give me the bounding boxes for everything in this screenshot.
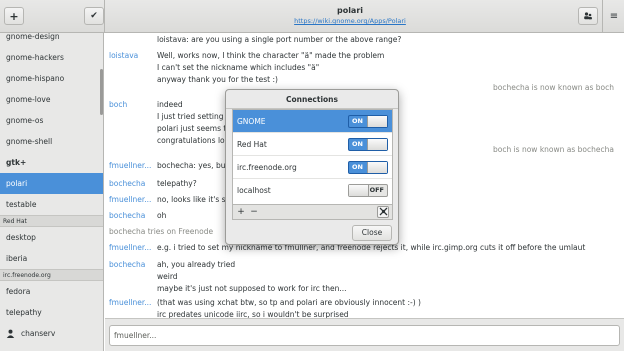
room-item-selected[interactable]: polari xyxy=(0,173,103,194)
entry-bar: fmuellner... xyxy=(105,318,624,351)
private-chat-item[interactable]: chanserv xyxy=(0,323,103,344)
status-notice: boch is now known as bochecha xyxy=(492,145,614,154)
connection-properties-button[interactable] xyxy=(377,206,389,218)
connection-toggle[interactable]: ON xyxy=(348,138,388,151)
toggle-state: ON xyxy=(352,117,363,125)
room-list-sidebar: gnome-design gnome-hackers gnome-hispano… xyxy=(0,33,104,351)
properties-icon xyxy=(379,207,387,216)
connection-row-gnome[interactable]: GNOME ON xyxy=(233,110,392,133)
message-text: ah, you already tried xyxy=(157,260,236,269)
header-separator xyxy=(104,0,105,33)
room-title: polari xyxy=(336,6,364,15)
connections-toolbar: + − xyxy=(232,204,393,220)
message-text: (that was using xchat btw, so tp and pol… xyxy=(157,298,421,307)
connection-toggle[interactable]: ON xyxy=(348,161,388,174)
header-bar: + ✔ polari https://wiki.gnome.org/Apps/P… xyxy=(0,0,624,33)
sidebar-scrollbar[interactable] xyxy=(100,69,103,115)
menu-icon: ≡ xyxy=(609,10,619,22)
person-icon xyxy=(6,329,15,338)
room-item-unread[interactable]: gtk+ xyxy=(0,152,103,173)
account-header-redhat: Red Hat xyxy=(0,215,103,227)
connections-list: GNOME ON Red Hat ON irc.freenode.org ON … xyxy=(232,109,393,205)
room-item[interactable]: gnome-shell xyxy=(0,131,103,152)
dialog-title: Connections xyxy=(286,95,338,104)
message-text: I can't set the nickname which includes … xyxy=(157,63,320,72)
connection-name: GNOME xyxy=(237,117,266,126)
message-text: maybe it's just not supposed to work for… xyxy=(157,284,347,293)
close-button[interactable]: Close xyxy=(352,225,392,241)
toggle-knob xyxy=(367,139,387,150)
connection-name: Red Hat xyxy=(237,140,267,149)
status-notice: bochecha tries on Freenode xyxy=(109,227,214,236)
room-topic-link[interactable]: https://wiki.gnome.org/Apps/Polari xyxy=(200,17,500,25)
message-nick[interactable]: fmuellner... xyxy=(109,194,151,206)
plus-icon: + xyxy=(9,9,19,23)
message-nick[interactable]: bochecha xyxy=(109,178,145,190)
toggle-state: ON xyxy=(352,140,363,148)
users-icon xyxy=(584,12,592,20)
header-separator-right xyxy=(602,0,603,33)
connection-name: localhost xyxy=(237,186,271,195)
check-icon: ✔ xyxy=(90,11,98,21)
private-chat-label: chanserv xyxy=(21,329,56,338)
add-connection-button[interactable]: + xyxy=(236,207,246,217)
room-item[interactable]: iberia xyxy=(0,248,103,269)
polari-window: + ✔ polari https://wiki.gnome.org/Apps/P… xyxy=(0,0,624,351)
room-item[interactable]: gnome-love xyxy=(0,89,103,110)
toggle-state: ON xyxy=(352,163,363,171)
room-item[interactable]: gnome-hackers xyxy=(0,47,103,68)
connection-name: irc.freenode.org xyxy=(237,163,297,172)
message-input[interactable]: fmuellner... xyxy=(109,325,620,346)
menu-button[interactable]: ≡ xyxy=(604,7,624,25)
message-nick[interactable]: bochecha xyxy=(109,259,145,271)
message-nick[interactable]: bochecha xyxy=(109,210,145,222)
connections-dialog: Connections GNOME ON Red Hat ON irc.free… xyxy=(225,89,399,245)
connection-row-freenode[interactable]: irc.freenode.org ON xyxy=(233,156,392,179)
status-notice: bochecha is now known as boch xyxy=(492,83,614,92)
user-list-button[interactable] xyxy=(578,7,598,25)
message-nick[interactable]: fmuellner... xyxy=(109,242,151,254)
toggle-knob xyxy=(349,185,369,196)
toggle-knob xyxy=(367,116,387,127)
message-nick[interactable]: loistava xyxy=(109,50,138,62)
message-text: Well, works now, I think the character "… xyxy=(157,51,385,60)
room-item[interactable]: telepathy xyxy=(0,302,103,323)
connection-row-redhat[interactable]: Red Hat ON xyxy=(233,133,392,156)
message-nick[interactable]: boch xyxy=(109,99,127,111)
room-item[interactable]: gnome-hispano xyxy=(0,68,103,89)
remove-connection-button[interactable]: − xyxy=(249,207,259,217)
message-text: weird xyxy=(157,272,178,281)
message-text: loistava: are you using a single port nu… xyxy=(157,35,402,44)
room-item[interactable]: gnome-design xyxy=(0,33,103,47)
room-item[interactable]: fedora xyxy=(0,281,103,302)
add-room-button[interactable]: + xyxy=(4,7,24,25)
toggle-state: OFF xyxy=(369,186,384,194)
message-nick[interactable]: fmuellner... xyxy=(109,160,151,172)
toggle-knob xyxy=(367,162,387,173)
account-header-freenode: irc.freenode.org xyxy=(0,269,103,281)
message-nick[interactable]: fmuellner... xyxy=(109,297,151,309)
room-item[interactable]: desktop xyxy=(0,227,103,248)
connection-toggle[interactable]: ON xyxy=(348,115,388,128)
room-item[interactable]: testable xyxy=(0,194,103,215)
message-text: irc predates unicode iirc, so i wouldn't… xyxy=(157,310,349,318)
connection-row-localhost[interactable]: localhost OFF xyxy=(233,179,392,202)
selection-mode-button[interactable]: ✔ xyxy=(84,7,104,25)
connection-toggle[interactable]: OFF xyxy=(348,184,388,197)
room-item[interactable]: gnome-os xyxy=(0,110,103,131)
